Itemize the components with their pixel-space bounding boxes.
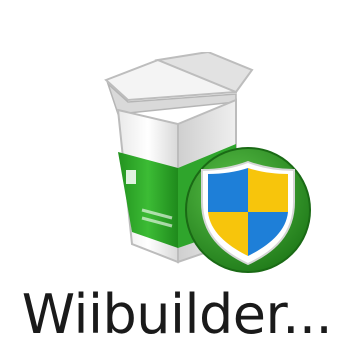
shortcut-label[interactable]: Wiibuilder... (0, 280, 354, 350)
desktop-shortcut-wiibuilder[interactable]: Wiibuilder... (0, 0, 354, 356)
installer-box-icon[interactable] (88, 52, 320, 278)
uac-badge (185, 147, 311, 273)
